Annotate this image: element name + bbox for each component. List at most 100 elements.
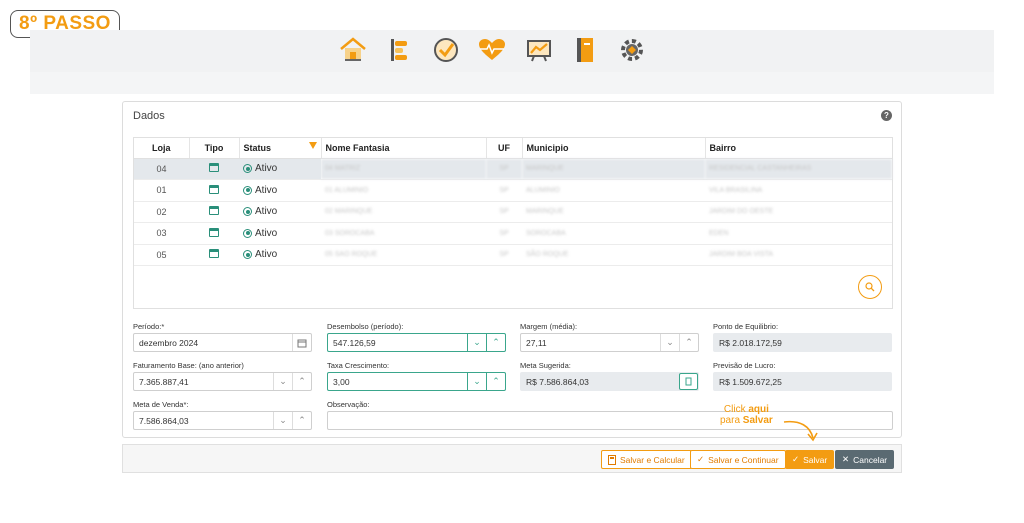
- cancelar-button[interactable]: ✕ Cancelar: [835, 450, 895, 469]
- main-nav: [337, 36, 663, 64]
- notebook-icon[interactable]: [570, 36, 601, 64]
- search-button[interactable]: [858, 275, 882, 299]
- status-text: Ativo: [255, 227, 278, 239]
- gear-icon[interactable]: [616, 36, 647, 64]
- salvar-continuar-button[interactable]: ✓ Salvar e Continuar: [690, 450, 786, 469]
- table-row[interactable]: 01 Ativo 01 ALUMINIO SP ALUMINIO VILA BRASILI…: [134, 179, 892, 202]
- cell-loja: 01: [134, 179, 189, 202]
- table-row[interactable]: 05 Ativo 05 SAO ROQUE SP SÃO ROQUE JARDIM BOA…: [134, 244, 892, 266]
- table-row[interactable]: 04 Ativo 04 MATRIZ SP MARINQUE RESIDENCIAL CA…: [134, 158, 892, 180]
- chevron-up-icon[interactable]: ⌃: [679, 334, 698, 351]
- margem-value: 27,11: [526, 337, 547, 348]
- desembolso-value: 547.126,59: [333, 337, 376, 348]
- settings-list-icon[interactable]: [384, 36, 415, 64]
- store-icon: [209, 184, 219, 194]
- cell-uf: SP: [486, 201, 522, 223]
- previsao-label: Previsão de Lucro:: [713, 361, 776, 370]
- cell-municipio: SOROCABA: [522, 222, 705, 245]
- chevron-down-icon[interactable]: ⌄: [273, 373, 292, 390]
- cell-bairro: JARDIM DO OESTE: [705, 201, 892, 223]
- faturamento-value: 7.365.887,41: [139, 376, 189, 387]
- cell-tipo: [189, 158, 239, 180]
- col-loja[interactable]: Loja: [134, 138, 190, 159]
- cell-status: Ativo: [239, 158, 321, 180]
- annotation-note: Click aqui para Salvar: [720, 404, 773, 426]
- col-municipio[interactable]: Municipio: [522, 138, 706, 159]
- cell-tipo: [189, 179, 239, 202]
- col-uf[interactable]: UF: [486, 138, 523, 159]
- cell-municipio: MARINQUE: [522, 201, 705, 223]
- meta-sugerida-field: R$ 7.586.864,03: [520, 372, 699, 391]
- chevron-up-icon[interactable]: ⌃: [486, 373, 505, 390]
- cell-municipio: MARINQUE: [522, 158, 705, 180]
- ponto-label: Ponto de Equilibrio:: [713, 322, 779, 331]
- table-row[interactable]: 02 Ativo 02 MARINQUE SP MARINQUE JARDIM DO OE…: [134, 201, 892, 223]
- cell-municipio: ALUMINIO: [522, 179, 705, 202]
- status-text: Ativo: [255, 249, 278, 261]
- salvar-button[interactable]: ✓ Salvar: [785, 450, 835, 469]
- chevron-down-icon[interactable]: ⌄: [467, 373, 486, 390]
- cell-tipo: [189, 222, 239, 245]
- chevron-up-icon[interactable]: ⌃: [292, 373, 311, 390]
- cell-nome: 04 MATRIZ: [321, 158, 486, 180]
- store-icon: [209, 227, 219, 237]
- meta-label: Meta de Venda*:: [133, 400, 189, 409]
- previsao-value: R$ 1.509.672,25: [719, 376, 782, 387]
- chevron-down-icon[interactable]: ⌄: [660, 334, 679, 351]
- home-icon[interactable]: [337, 36, 368, 64]
- cell-nome: 05 SAO ROQUE: [321, 244, 486, 266]
- note-l1-pre: Click: [723, 404, 749, 415]
- cell-status: Ativo: [239, 201, 321, 223]
- col-status[interactable]: Status: [239, 138, 322, 159]
- chevron-up-icon[interactable]: ⌃: [292, 412, 311, 429]
- store-icon: [209, 249, 219, 259]
- status-text: Ativo: [255, 163, 278, 175]
- calendar-icon[interactable]: [292, 334, 311, 351]
- calculator-icon: [608, 454, 616, 465]
- taxa-value: 3,00: [333, 376, 350, 387]
- faturamento-field[interactable]: 7.365.887,41 ⌄ ⌃: [133, 372, 312, 391]
- desembolso-field[interactable]: 547.126,59 ⌄ ⌃: [327, 333, 506, 352]
- heart-pulse-icon[interactable]: [477, 36, 508, 64]
- cell-uf: SP: [486, 158, 522, 180]
- chart-icon[interactable]: [523, 36, 554, 64]
- close-icon: ✕: [842, 454, 850, 464]
- table-row[interactable]: 03 Ativo 03 SOROCABA SP SOROCABA EDEN: [134, 222, 892, 245]
- margem-field[interactable]: 27,11 ⌄ ⌃: [520, 333, 699, 352]
- taxa-field[interactable]: 3,00 ⌄ ⌃: [327, 372, 506, 391]
- cell-loja: 02: [134, 201, 189, 223]
- active-radio-icon: [243, 228, 252, 238]
- cell-uf: SP: [486, 222, 522, 245]
- salvar-calcular-button[interactable]: Salvar e Calcular: [601, 450, 692, 469]
- footer-bar: Salvar e Calcular ✓ Salvar e Continuar ✓…: [122, 444, 902, 473]
- cell-nome: 01 ALUMINIO: [321, 179, 486, 202]
- cell-status: Ativo: [239, 222, 321, 245]
- panel-title: Dados: [133, 110, 165, 122]
- active-radio-icon: [243, 207, 252, 217]
- active-radio-icon: [243, 164, 252, 174]
- margem-label: Margem (média):: [520, 322, 578, 331]
- copy-icon[interactable]: [679, 373, 698, 390]
- col-tipo[interactable]: Tipo: [189, 138, 240, 159]
- chevron-down-icon[interactable]: ⌄: [273, 412, 292, 429]
- cell-nome: 03 SOROCABA: [321, 222, 486, 245]
- meta-field[interactable]: 7.586.864,03 ⌄ ⌃: [133, 411, 312, 430]
- salvar-continuar-label: Salvar e Continuar: [708, 454, 779, 465]
- cell-bairro: RESIDENCIAL CASTANHEIRAS: [705, 158, 892, 180]
- salvar-label: Salvar: [803, 454, 828, 465]
- chevron-up-icon[interactable]: ⌃: [486, 334, 505, 351]
- cell-uf: SP: [486, 179, 522, 202]
- obs-label: Observação:: [327, 400, 370, 409]
- periodo-field[interactable]: dezembro 2024: [133, 333, 312, 352]
- check-circle-icon[interactable]: [430, 36, 461, 64]
- chevron-down-icon[interactable]: ⌄: [467, 334, 486, 351]
- cell-status: Ativo: [239, 179, 321, 202]
- active-radio-icon: [243, 250, 252, 260]
- help-icon[interactable]: ?: [881, 110, 892, 121]
- filter-icon[interactable]: [308, 142, 317, 149]
- note-l2-bold: Salvar: [742, 415, 773, 426]
- col-bairro[interactable]: Bairro: [705, 138, 892, 159]
- col-nome[interactable]: Nome Fantasia: [321, 138, 487, 159]
- status-text: Ativo: [255, 206, 278, 218]
- store-icon: [209, 163, 219, 173]
